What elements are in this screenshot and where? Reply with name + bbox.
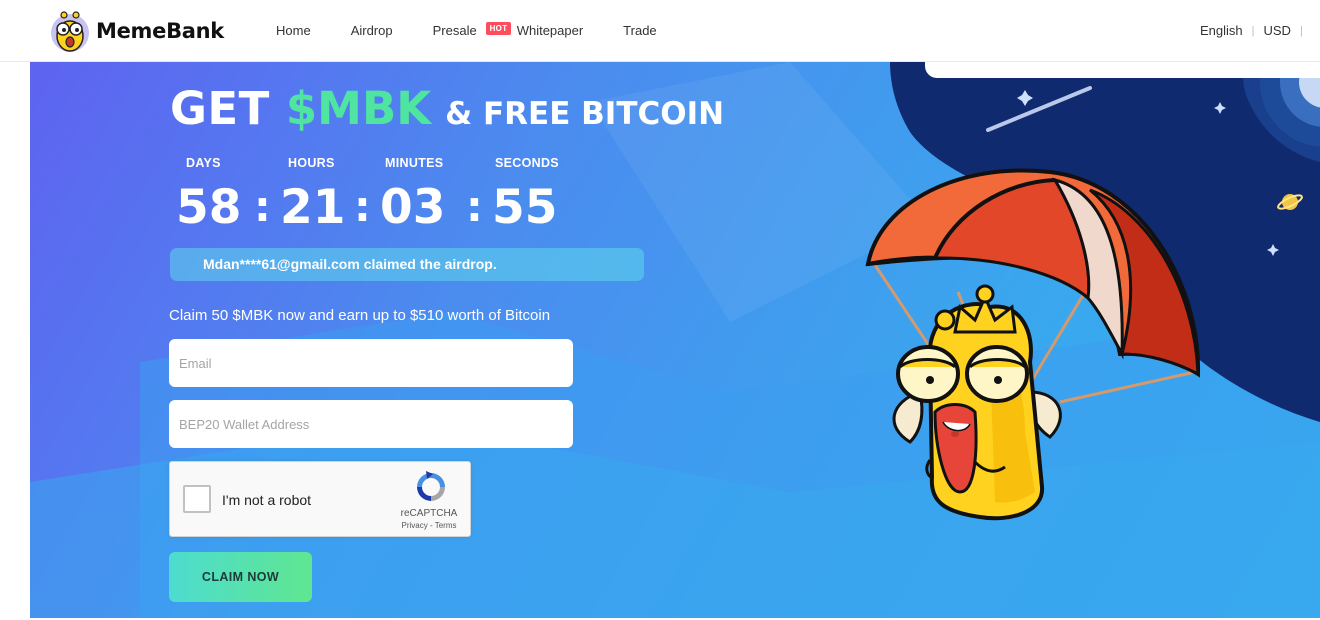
recaptcha-widget: I'm not a robot reCAPTCHA Privacy - Term… — [169, 461, 471, 537]
countdown-minutes: 03 — [380, 180, 446, 235]
nav-item-trade[interactable]: Trade — [623, 23, 656, 38]
nav-item-presale[interactable]: Presale HOT — [432, 22, 512, 38]
brand-logo[interactable]: MemeBank — [50, 9, 224, 53]
hero-title: GET $MBK & FREE BITCOIN — [170, 82, 724, 135]
countdown-separator: : — [254, 182, 271, 231]
nav-item-airdrop[interactable]: Airdrop — [351, 23, 393, 38]
countdown-label-hours: HOURS — [288, 156, 335, 170]
currency-selector[interactable]: USD — [1264, 23, 1291, 38]
countdown-label-minutes: MINUTES — [385, 156, 444, 170]
brand-name: MemeBank — [96, 19, 224, 43]
hot-badge: HOT — [485, 22, 512, 35]
claim-description: Claim 50 $MBK now and earn up to $510 wo… — [169, 307, 551, 324]
title-token: $MBK — [285, 82, 432, 135]
countdown-label-days: DAYS — [186, 156, 221, 170]
language-selector[interactable]: English — [1200, 23, 1243, 38]
top-header: MemeBank Home Airdrop Presale HOT Whitep… — [0, 0, 1320, 62]
title-free-bitcoin: & FREE BITCOIN — [445, 96, 725, 132]
countdown-label-seconds: SECONDS — [495, 156, 559, 170]
airdrop-claim-ticker: Mdan****61@gmail.com claimed the airdrop… — [170, 248, 644, 281]
claim-now-button[interactable]: CLAIM NOW — [169, 552, 312, 602]
countdown-seconds: 55 — [492, 180, 558, 235]
nav-item-home[interactable]: Home — [276, 23, 311, 38]
countdown-labels: DAYS HOURS MINUTES SECONDS — [170, 156, 590, 172]
recaptcha-icon — [414, 470, 448, 504]
countdown-separator: : — [354, 182, 371, 231]
page: MemeBank Home Airdrop Presale HOT Whitep… — [0, 0, 1320, 620]
nav-item-presale-label: Presale — [432, 23, 477, 38]
countdown-timer: 58 : 21 : 03 : 55 — [176, 180, 596, 236]
email-input[interactable] — [169, 339, 573, 387]
divider: | — [1251, 24, 1255, 37]
divider: | — [1299, 24, 1303, 37]
countdown-hours: 21 — [280, 180, 346, 235]
hero-section: GET $MBK & FREE BITCOIN DAYS HOURS MINUTES… — [30, 62, 1320, 618]
countdown-separator: : — [466, 182, 483, 231]
main-nav: Home Airdrop Presale HOT Whitepaper Trad… — [276, 22, 697, 38]
recaptcha-label: I'm not a robot — [222, 492, 312, 508]
recaptcha-brand: reCAPTCHA — [400, 508, 458, 519]
ticker-text: Mdan****61@gmail.com claimed the airdrop… — [203, 256, 497, 272]
title-get: GET — [170, 82, 270, 135]
recaptcha-terms-link[interactable]: Privacy - Terms — [394, 521, 464, 530]
countdown-days: 58 — [176, 180, 242, 235]
nav-item-whitepaper[interactable]: Whitepaper — [517, 23, 583, 38]
mascot-logo-icon — [50, 9, 90, 53]
header-settings: English | USD | — [1200, 23, 1312, 38]
recaptcha-checkbox[interactable] — [183, 485, 211, 513]
wallet-address-input[interactable] — [169, 400, 573, 448]
